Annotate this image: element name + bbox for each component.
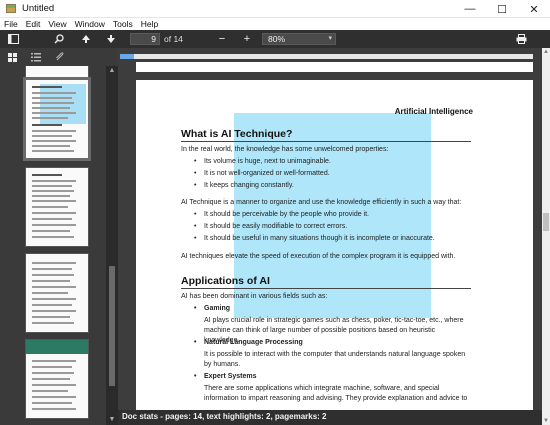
page-thumbnail-selected[interactable] — [26, 80, 88, 158]
menu-file[interactable]: File — [4, 19, 18, 29]
section-heading: Applications of AI — [181, 275, 270, 287]
thumbnails-icon[interactable] — [4, 50, 20, 64]
page-number-input[interactable]: 9 — [130, 33, 160, 45]
document-page: Artificial Intelligence What is AI Techn… — [136, 80, 533, 410]
close-button[interactable]: ✕ — [518, 0, 550, 18]
menu-help[interactable]: Help — [141, 19, 158, 29]
bullet-item: It keeps changing constantly. — [194, 181, 294, 191]
reading-progress-bar — [120, 54, 533, 59]
minimize-button[interactable]: — — [454, 0, 486, 18]
scroll-down-icon[interactable]: ▼ — [542, 417, 550, 425]
paragraph: AI has been dominant in various fields s… — [181, 293, 328, 300]
sidebar-scrollbar[interactable]: ▲ ▼ — [106, 66, 118, 425]
scroll-up-icon[interactable]: ▲ — [106, 66, 118, 76]
paragraph: AI Technique is a manner to organize and… — [181, 199, 462, 206]
arrow-down-icon[interactable] — [104, 32, 118, 46]
bullet-item: It should be useful in many situations t… — [194, 234, 435, 244]
zoom-select[interactable]: 80% ▾ — [262, 33, 336, 45]
menu-window[interactable]: Window — [75, 19, 105, 29]
app-title: Expert Systems — [194, 372, 256, 382]
search-icon[interactable] — [52, 32, 66, 46]
status-bar: Doc stats - pages: 14, text highlights: … — [118, 410, 542, 425]
outline-icon[interactable] — [28, 50, 44, 64]
scroll-up-icon[interactable]: ▲ — [542, 48, 550, 56]
toolbar: 9 of 14 − + 80% ▾ — [0, 30, 550, 48]
heading-rule — [181, 141, 471, 142]
zoom-out-icon[interactable]: − — [215, 32, 229, 46]
viewer-scroll-thumb[interactable] — [543, 213, 549, 231]
paragraph: AI techniques elevate the speed of execu… — [181, 253, 456, 260]
arrow-up-icon[interactable] — [79, 32, 93, 46]
page-count-label: of 14 — [164, 34, 183, 44]
page-thumbnail[interactable] — [26, 340, 88, 418]
menu-edit[interactable]: Edit — [26, 19, 41, 29]
bullet-item: Its volume is huge, next to unimaginable… — [194, 157, 331, 167]
app-icon — [6, 4, 16, 13]
app-title: Gaming — [194, 304, 230, 314]
zoom-value: 80% — [268, 34, 286, 44]
app-text: It is possible to interact with the comp… — [204, 351, 466, 368]
app-title: Natural Language Processing — [194, 338, 303, 348]
reading-progress-fill — [120, 54, 135, 59]
previous-page — [136, 62, 533, 72]
heading-rule — [181, 288, 471, 289]
title-bar: Untitled — ☐ ✕ — [0, 0, 550, 18]
menu-view[interactable]: View — [48, 19, 66, 29]
maximize-button[interactable]: ☐ — [486, 0, 518, 18]
viewer-scrollbar[interactable]: ▲ ▼ — [542, 48, 550, 425]
section-heading: What is AI Technique? — [181, 128, 293, 140]
chevron-down-icon: ▾ — [328, 35, 332, 42]
thumbnail-sidebar: ▲ ▼ — [0, 48, 118, 425]
thumbnail-list — [0, 66, 106, 425]
sidebar-toggle-icon[interactable] — [6, 32, 20, 46]
sidebar-tabs — [0, 48, 118, 66]
window-title: Untitled — [22, 3, 55, 14]
paragraph: In the real world, the knowledge has som… — [181, 146, 389, 153]
running-header: Artificial Intelligence — [394, 107, 473, 116]
bullet-item: It is not well-organized or well-formatt… — [194, 169, 330, 179]
attachments-icon[interactable] — [52, 50, 68, 64]
menu-bar: File Edit View Window Tools Help — [0, 18, 550, 30]
scroll-down-icon[interactable]: ▼ — [106, 415, 118, 425]
page-thumbnail[interactable] — [26, 168, 88, 246]
page-thumbnail[interactable] — [26, 254, 88, 332]
sidebar-scroll-thumb[interactable] — [109, 266, 115, 386]
bullet-item: It should be easily modifiable to correc… — [194, 222, 347, 232]
document-viewer: Artificial Intelligence What is AI Techn… — [118, 48, 542, 410]
app-text: There are some applications which integr… — [204, 385, 468, 402]
menu-tools[interactable]: Tools — [113, 19, 133, 29]
bullet-item: It should be perceivable by the people w… — [194, 210, 369, 220]
print-icon[interactable] — [514, 32, 528, 46]
page-thumbnail[interactable] — [26, 66, 88, 78]
zoom-in-icon[interactable]: + — [240, 32, 254, 46]
